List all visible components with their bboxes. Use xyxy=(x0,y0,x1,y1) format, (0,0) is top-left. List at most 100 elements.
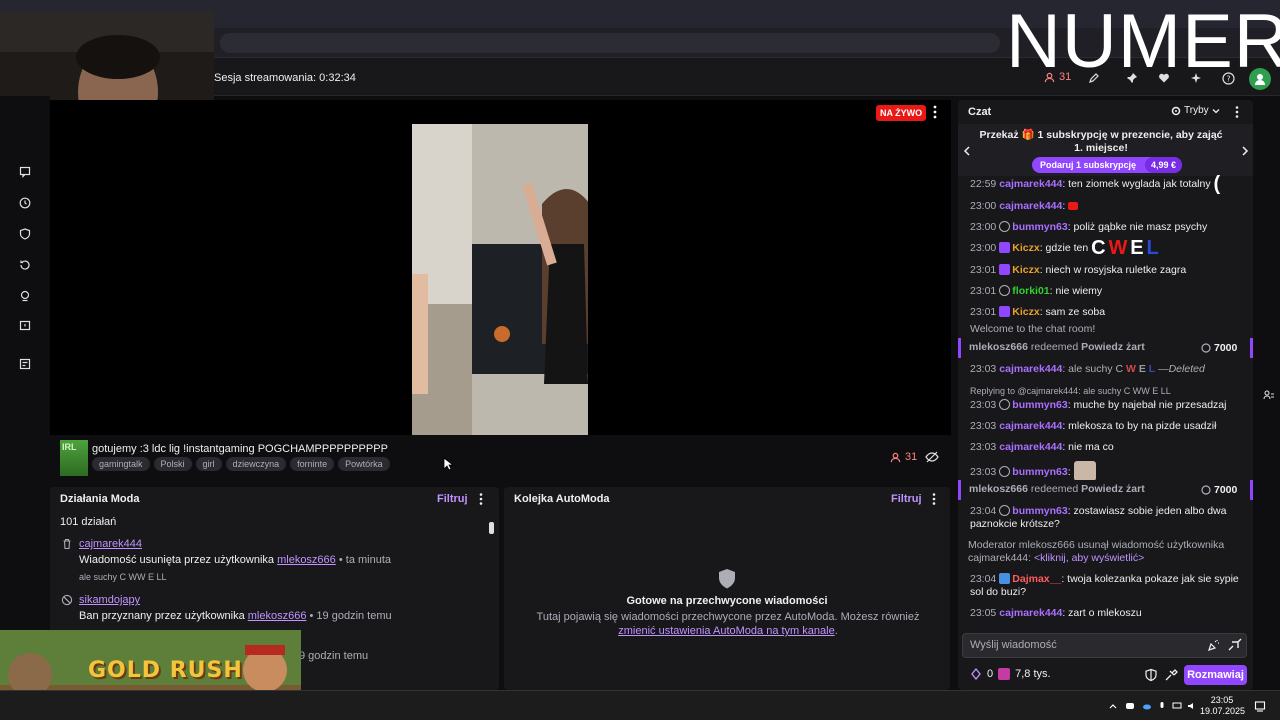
chevron-right-icon[interactable] xyxy=(1240,145,1250,157)
history-icon[interactable] xyxy=(16,256,34,274)
chat-message[interactable]: 23:01 florki01: nie wiemy xyxy=(970,285,1242,298)
shield-icon[interactable] xyxy=(1144,668,1158,682)
add-panel-icon[interactable] xyxy=(16,355,34,373)
network-icon[interactable] xyxy=(1172,701,1182,711)
automod-filter-button[interactable]: Filtruj xyxy=(891,493,922,505)
more-options-icon[interactable] xyxy=(928,104,942,120)
chat-message[interactable]: 23:04 Dajmax__: twoja kolezanka pokaze ja… xyxy=(970,573,1242,599)
live-badge: NA ŻYWO xyxy=(876,105,927,121)
address-bar[interactable] xyxy=(220,33,1000,53)
volume-icon[interactable] xyxy=(1187,701,1197,711)
tag[interactable]: dziewczyna xyxy=(225,457,287,471)
clock-icon[interactable] xyxy=(16,194,34,212)
chat-message[interactable]: 23:01 Kiczx: niech w rosyjska ruletke zag… xyxy=(970,264,1242,277)
numer-logo: NUMER xyxy=(1006,0,1280,84)
stream-tags: gamingtalk Polski girl dziewczyna fornin… xyxy=(92,457,390,471)
mod-action-desc: 9 godzin temu xyxy=(299,650,369,662)
hide-preview-icon[interactable] xyxy=(925,450,939,464)
gift-sub-text: Przekaż 🎁 1 subskrypcję w prezencie, aby… xyxy=(979,129,1223,154)
chat-message[interactable]: 23:03 cajmarek444: nie ma co xyxy=(970,441,1242,454)
mod-action-desc: Ban przyznany przez użytkownika mlekosz6… xyxy=(79,610,392,622)
mod-actions-filter-button[interactable]: Filtruj xyxy=(437,493,468,505)
emote: E xyxy=(1130,237,1144,259)
ban-icon xyxy=(61,594,73,606)
channel-points-icon[interactable] xyxy=(998,668,1011,680)
chat-message[interactable]: 23:04 bummyn63: zostawiasz sobie jeden al… xyxy=(970,505,1242,531)
moderator-link[interactable]: mlekosz666 xyxy=(248,610,307,622)
vip-badge-icon xyxy=(999,264,1011,275)
more-options-icon[interactable] xyxy=(928,492,940,506)
chat-message[interactable]: 22:59 cajmarek444: ten ziomek wyglada jak… xyxy=(970,174,1242,194)
emote-picker-icon[interactable] xyxy=(1207,638,1221,652)
chat-message[interactable]: 23:03 cajmarek444: mlekosza to by na pizd… xyxy=(970,420,1242,433)
shield-icon xyxy=(717,568,737,590)
discord-icon[interactable] xyxy=(1125,701,1135,711)
badge-icon xyxy=(999,221,1011,232)
taskbar-clock[interactable]: 23:05 19.07.2025 xyxy=(1200,695,1245,717)
points-row: 0 7,8 tys. xyxy=(970,668,1051,680)
chat-modes-button[interactable]: Tryby xyxy=(1171,105,1220,116)
chat-message[interactable]: 23:00 bummyn63: poliż gąbke nie masz psyc… xyxy=(970,221,1242,234)
mod-tools-icon[interactable] xyxy=(1165,668,1179,682)
user-list-icon[interactable] xyxy=(1263,389,1275,401)
tag[interactable]: girl xyxy=(195,457,222,471)
channel-points-icon xyxy=(1201,485,1211,495)
send-chat-button[interactable]: Rozmawiaj xyxy=(1184,665,1247,685)
chat-message[interactable]: 23:00 Kiczx: gdzie ten C W E L xyxy=(970,238,1242,258)
mod-actions-title: Działania Moda xyxy=(60,493,140,505)
sub-badge-icon xyxy=(999,573,1011,584)
chat-message[interactable]: 23:05 cajmarek444: zart o mlekoszu xyxy=(970,607,1242,620)
chat-title: Czat xyxy=(968,106,992,118)
channel-points-icon xyxy=(1201,343,1211,353)
chat-message[interactable]: 23:01 Kiczx: sam ze soba xyxy=(970,306,1242,319)
shield-icon[interactable] xyxy=(16,225,34,243)
badge-icon xyxy=(999,505,1011,516)
session-timer: Sesja streamowania: 0:32:34 xyxy=(214,72,356,84)
scrollbar[interactable] xyxy=(489,522,494,534)
mod-action-desc: Wiadomość usunięta przez użytkownika mle… xyxy=(79,554,392,566)
automod-empty-heading: Gotowe na przechwycone wiadomości xyxy=(626,595,828,607)
gift-sub-button[interactable]: Podaruj 1 subskrypcję 4,99 € xyxy=(1032,157,1182,173)
mod-action-user[interactable]: sikamdojapy xyxy=(79,594,140,606)
chat-message[interactable]: 23:03 bummyn63: muche by najebał nie prze… xyxy=(970,399,1242,412)
cloud-icon[interactable] xyxy=(1142,701,1152,711)
more-options-icon[interactable] xyxy=(1231,105,1243,119)
tag[interactable]: Polski xyxy=(153,457,192,471)
mod-action-user[interactable]: cajmarek444 xyxy=(79,538,142,550)
cat-emote xyxy=(1073,461,1096,481)
redemption-text: mlekosz666 redeemed Powiedz żart xyxy=(969,341,1145,353)
notifications-icon[interactable] xyxy=(1254,700,1266,712)
trophy-icon[interactable] xyxy=(16,287,34,305)
automod-settings-link[interactable]: zmienić ustawienia AutoModa na tym kanal… xyxy=(618,625,834,637)
badge-icon xyxy=(999,399,1011,410)
mod-actions-count: 101 działań xyxy=(60,516,117,528)
chat-icon[interactable] xyxy=(16,163,34,181)
chevron-down-icon xyxy=(1212,108,1220,113)
chevron-left-icon[interactable] xyxy=(962,145,972,157)
welcome-message: Welcome to the chat room! xyxy=(970,323,1096,335)
tag[interactable]: gamingtalk xyxy=(92,457,150,471)
emote: W xyxy=(1108,237,1128,259)
more-options-icon[interactable] xyxy=(475,492,487,506)
emote: ( xyxy=(1213,173,1221,195)
mic-icon[interactable] xyxy=(1157,701,1167,711)
chevron-up-icon[interactable] xyxy=(1108,701,1118,711)
chat-input-placeholder: Wyślij wiadomość xyxy=(970,639,1057,651)
left-rail xyxy=(0,96,50,690)
bits-icon[interactable] xyxy=(1228,638,1242,652)
tag[interactable]: Powtórka xyxy=(338,457,390,471)
automod-empty-description: Tutaj pojawią się wiadomości przechwycon… xyxy=(536,611,920,637)
chat-message[interactable]: 23:00 cajmarek444: xyxy=(970,200,1242,213)
moderator-link[interactable]: mlekosz666 xyxy=(277,554,336,566)
chat-message[interactable]: 23:03 bummyn63: xyxy=(970,461,1242,481)
tag[interactable]: forninte xyxy=(290,457,335,471)
category-thumbnail[interactable]: IRL xyxy=(60,440,88,476)
viewer-count: 31 xyxy=(890,451,917,463)
bits-gem-icon[interactable] xyxy=(970,668,982,680)
redemption-points: 7000 xyxy=(1201,342,1237,354)
emote xyxy=(1068,202,1079,210)
moderation-notice: Moderator mlekosz666 usunął wiadomość uż… xyxy=(968,539,1225,564)
chat-message[interactable]: 23:03 cajmarek444: ale suchy C W E L —Del… xyxy=(970,363,1242,376)
vip-badge-icon xyxy=(999,306,1011,317)
chat-box-icon[interactable] xyxy=(16,317,34,335)
